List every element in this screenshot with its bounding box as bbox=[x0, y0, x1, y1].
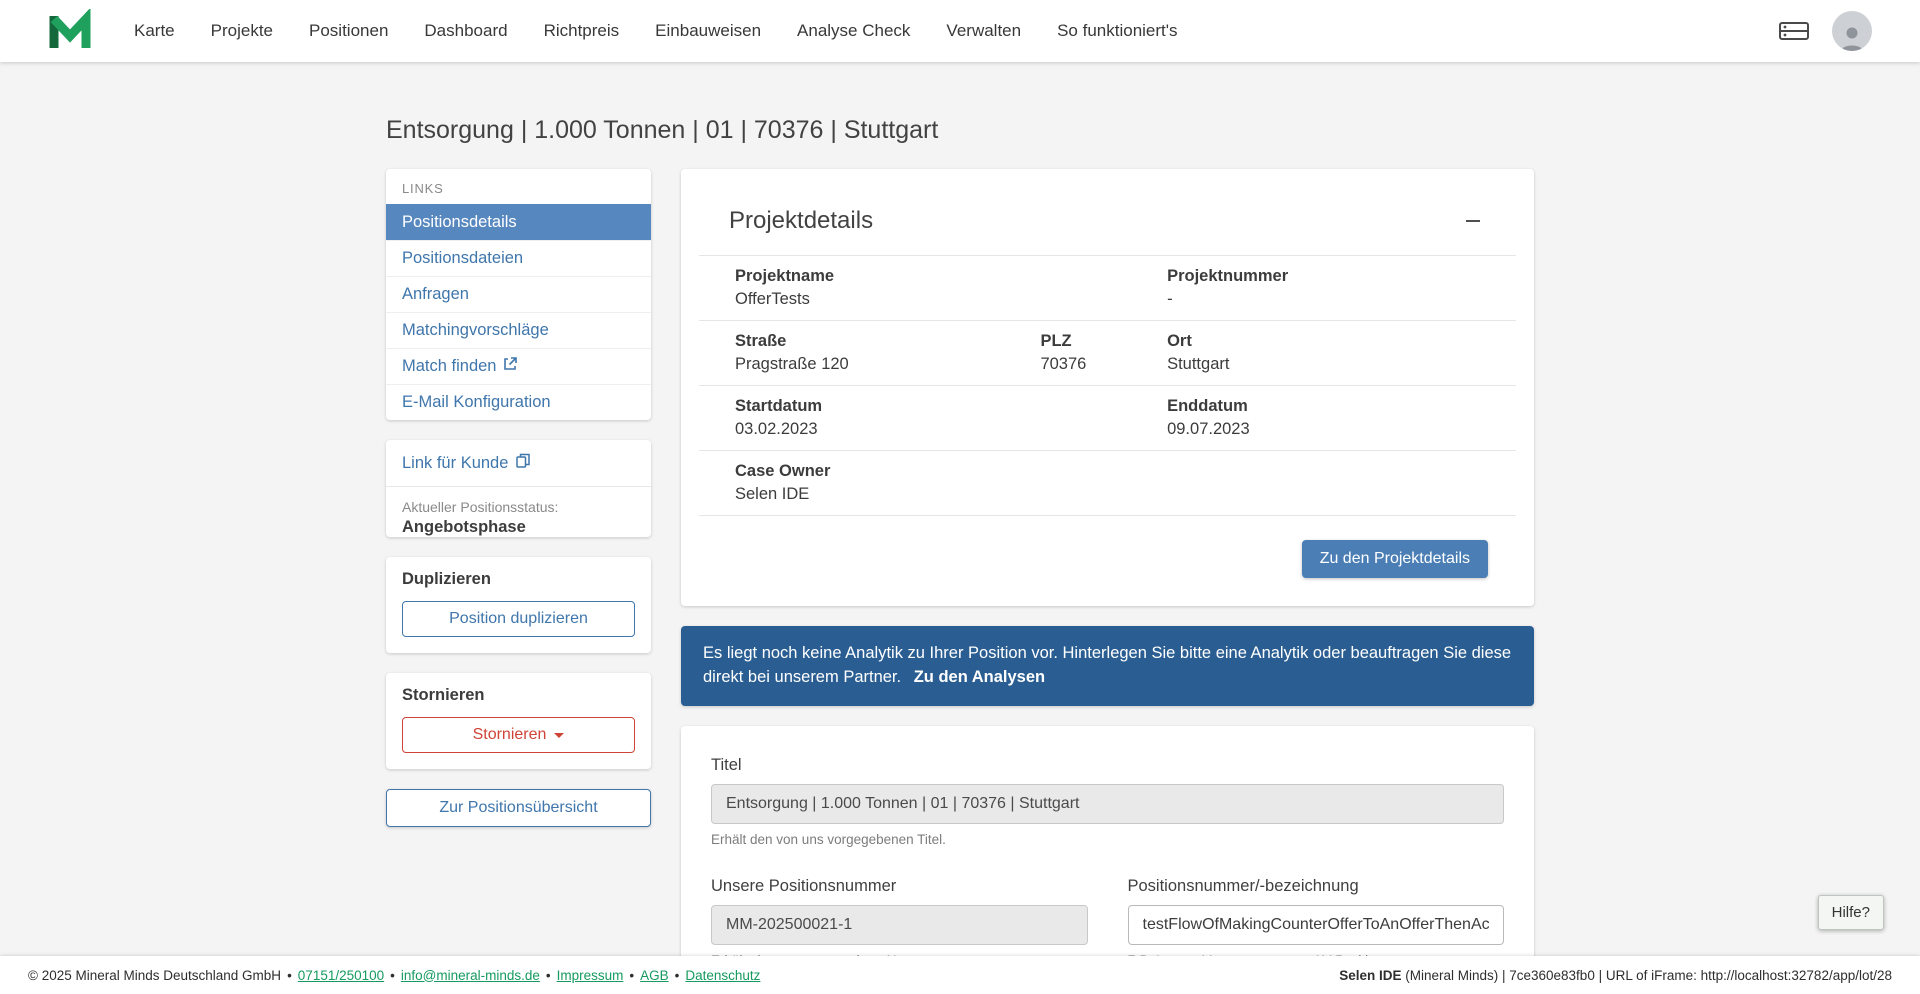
sidebar-item-anfragen[interactable]: Anfragen bbox=[386, 276, 651, 312]
nav-item-projekte[interactable]: Projekte bbox=[211, 21, 273, 41]
links-header: LINKS bbox=[402, 181, 444, 196]
titel-label: Titel bbox=[711, 755, 742, 774]
main-content: Projektdetails Projektname OfferTests Pr… bbox=[681, 169, 1534, 994]
bezeichnung-input[interactable] bbox=[1127, 904, 1504, 945]
nav-item-verwalten[interactable]: Verwalten bbox=[946, 21, 1021, 41]
nav-item-karte[interactable]: Karte bbox=[134, 21, 175, 41]
page-title: Entsorgung | 1.000 Tonnen | 01 | 70376 |… bbox=[386, 116, 939, 144]
sidebar-links-card: LINKS Positionsdetails Positionsdateien … bbox=[386, 169, 651, 420]
server-icon[interactable] bbox=[1778, 19, 1810, 43]
minus-icon bbox=[1466, 219, 1480, 223]
sidebar-item-label: Match finden bbox=[402, 357, 497, 375]
titel-input bbox=[711, 783, 1504, 824]
main-navigation: Karte Projekte Positionen Dashboard Rich… bbox=[134, 21, 1178, 41]
nav-item-dashboard[interactable]: Dashboard bbox=[424, 21, 507, 41]
project-details-button[interactable]: Zu den Projektdetails bbox=[1301, 540, 1488, 578]
status-card: Link für Kunde Aktueller Positionsstatus… bbox=[386, 440, 651, 537]
position-status-value: Angebotsphase bbox=[402, 518, 526, 536]
footer-separator: • bbox=[674, 967, 680, 983]
copy-icon bbox=[516, 453, 531, 473]
sidebar-item-matchingvorschlaege[interactable]: Matchingvorschläge bbox=[386, 312, 651, 348]
project-details-title: Projektdetails bbox=[729, 207, 874, 234]
cancel-card: Stornieren Stornieren bbox=[386, 673, 651, 769]
position-overview-button[interactable]: Zur Positionsübersicht bbox=[386, 789, 651, 827]
footer-separator: • bbox=[545, 967, 551, 983]
plz-cell: PLZ 70376 bbox=[1040, 332, 1087, 373]
nav-item-analyse-check[interactable]: Analyse Check bbox=[797, 21, 910, 41]
footer-phone-link[interactable]: 07151/250100 bbox=[298, 968, 384, 983]
nav-item-positionen[interactable]: Positionen bbox=[309, 21, 388, 41]
table-row: Projektname OfferTests Projektnummer - bbox=[699, 256, 1516, 321]
footer-impressum-link[interactable]: Impressum bbox=[557, 968, 624, 983]
banner-text: Es liegt noch keine Analytik zu Ihrer Po… bbox=[703, 644, 1512, 686]
cancel-dropdown-button[interactable]: Stornieren bbox=[402, 717, 635, 753]
nav-item-richtpreis[interactable]: Richtpreis bbox=[544, 21, 620, 41]
collapse-button[interactable] bbox=[1460, 214, 1486, 229]
ort-cell: Ort Stuttgart bbox=[1167, 332, 1230, 373]
projektnummer-cell: Projektnummer - bbox=[1167, 267, 1289, 308]
position-status-label: Aktueller Positionsstatus: bbox=[402, 499, 559, 515]
sidebar: LINKS Positionsdetails Positionsdateien … bbox=[386, 169, 651, 827]
customer-link-label: Link für Kunde bbox=[402, 453, 509, 472]
sidebar-item-positionsdateien[interactable]: Positionsdateien bbox=[386, 240, 651, 276]
startdatum-cell: Startdatum 03.02.2023 bbox=[735, 397, 823, 438]
nav-item-so-funktionierts[interactable]: So funktioniert's bbox=[1057, 21, 1177, 41]
footer-session-info: Selen IDE (Mineral Minds) | 7ce360e83fb0… bbox=[1339, 968, 1892, 983]
footer-session-details: (Mineral Minds) | 7ce360e83fb0 | URL of … bbox=[1401, 967, 1892, 983]
footer-datenschutz-link[interactable]: Datenschutz bbox=[685, 968, 760, 983]
case-owner-cell: Case Owner Selen IDE bbox=[735, 462, 831, 503]
footer-user-name: Selen IDE bbox=[1339, 967, 1402, 983]
duplicate-position-button[interactable]: Position duplizieren bbox=[402, 601, 635, 637]
table-row: Straße Pragstraße 120 PLZ 70376 Ort Stut… bbox=[699, 321, 1516, 386]
nav-item-einbauweisen[interactable]: Einbauweisen bbox=[655, 21, 761, 41]
strasse-cell: Straße Pragstraße 120 bbox=[735, 332, 849, 373]
footer-agb-link[interactable]: AGB bbox=[640, 968, 669, 983]
footer-copyright: © 2025 Mineral Minds Deutschland GmbH bbox=[28, 967, 282, 983]
titel-helper: Erhält den von uns vorgegebenen Titel. bbox=[711, 831, 946, 847]
project-details-table: Projektname OfferTests Projektnummer - S… bbox=[699, 255, 1516, 516]
cancel-header: Stornieren bbox=[402, 686, 485, 704]
caret-down-icon bbox=[554, 732, 565, 738]
duplicate-card: Duplizieren Position duplizieren bbox=[386, 557, 651, 653]
position-form-card: Titel Erhält den von uns vorgegebenen Ti… bbox=[681, 725, 1534, 994]
footer-separator: • bbox=[390, 967, 395, 983]
enddatum-cell: Enddatum 09.07.2023 bbox=[1167, 397, 1250, 438]
top-navbar: Karte Projekte Positionen Dashboard Rich… bbox=[0, 0, 1920, 62]
sidebar-item-match-finden[interactable]: Match finden bbox=[386, 348, 651, 384]
footer-separator: • bbox=[287, 967, 292, 983]
customer-link[interactable]: Link für Kunde bbox=[386, 440, 651, 487]
mineral-minds-logo[interactable] bbox=[48, 7, 92, 54]
positionsnummer-label: Unsere Positionsnummer bbox=[711, 876, 897, 895]
external-link-icon bbox=[503, 357, 518, 376]
projektname-cell: Projektname OfferTests bbox=[735, 267, 835, 308]
bezeichnung-label: Positionsnummer/-bezeichnung bbox=[1127, 876, 1359, 895]
footer-email-link[interactable]: info@mineral-minds.de bbox=[401, 968, 540, 983]
table-row: Case Owner Selen IDE bbox=[699, 451, 1516, 516]
sidebar-item-email-konfiguration[interactable]: E-Mail Konfiguration bbox=[386, 384, 651, 420]
footer-separator: • bbox=[629, 967, 635, 983]
duplicate-header: Duplizieren bbox=[402, 570, 491, 588]
table-row: Startdatum 03.02.2023 Enddatum 09.07.202… bbox=[699, 386, 1516, 451]
project-details-card: Projektdetails Projektname OfferTests Pr… bbox=[681, 169, 1534, 606]
analytics-banner: Es liegt noch keine Analytik zu Ihrer Po… bbox=[681, 626, 1534, 706]
cancel-button-label: Stornieren bbox=[472, 726, 547, 743]
positionsnummer-input bbox=[711, 904, 1088, 945]
footer: © 2025 Mineral Minds Deutschland GmbH • … bbox=[0, 956, 1920, 994]
help-button[interactable]: Hilfe? bbox=[1817, 895, 1884, 930]
logo-icon bbox=[48, 7, 92, 54]
sidebar-item-positionsdetails[interactable]: Positionsdetails bbox=[386, 204, 651, 240]
user-avatar[interactable] bbox=[1832, 11, 1872, 51]
analyses-link[interactable]: Zu den Analysen bbox=[914, 668, 1045, 686]
titel-field-group: Titel Erhält den von uns vorgegebenen Ti… bbox=[711, 756, 1504, 847]
user-avatar-icon bbox=[1840, 27, 1864, 51]
